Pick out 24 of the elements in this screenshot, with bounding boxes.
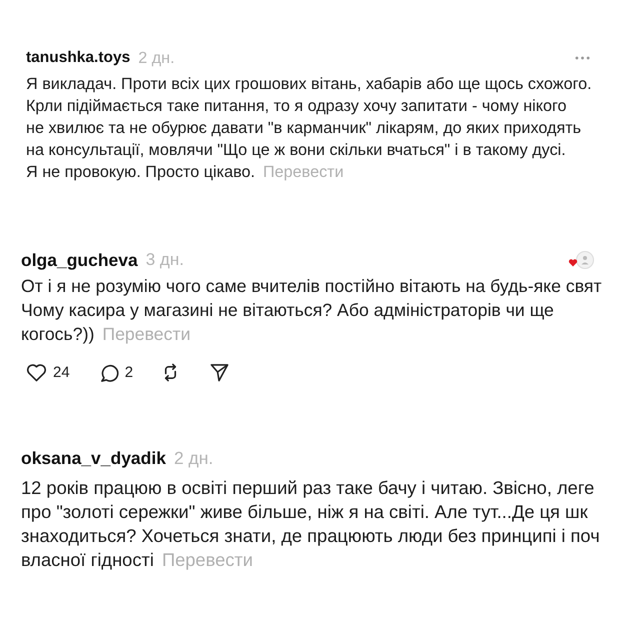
comment-text-line: Чому касира у магазині не вітаються? Або адміністраторів чи ще [21,299,554,322]
heart-icon[interactable] [26,362,47,382]
more-options-icon[interactable] [575,56,590,60]
reply-count: 2 [124,364,134,380]
comment-text-line: на консультації, мовлячи "Що це ж вони скільки вчаться" і в такому дусі. [26,140,566,161]
comment-text-line: не хвилює та не обурює давати "в карманчик" лікарям, до яких приходять [26,118,582,139]
comment-bubble-icon[interactable] [100,362,119,382]
comment-text-line: Крли підіймається таке питання, то я одразу хочу запитати - чому нікого [26,96,567,117]
comment-text-line: когось?)) [21,323,94,346]
username[interactable]: tanushka.toys [26,49,130,67]
comment-time: 2 дн. [174,448,214,468]
comment-text-line: 12 років працюю в освіті перший раз таке бачу і читаю. Звісно, леге [21,476,594,500]
comment-text-line: От і я не розумію чого саме вчителів постійно вітають на будь-яке свят [21,275,602,298]
comment-text-line: знаходиться? Хочеться знати, де працюють люди без принципі і поч [21,524,600,548]
username[interactable]: oksana_v_dyadik [21,448,166,468]
comment-text-line: про "золоті сережки" живе більше, ніж я на світі. Але тут...Де ця шк [21,500,588,524]
like-count: 24 [53,364,70,380]
username[interactable]: olga_gucheva [21,250,138,270]
comment-time: 2 дн. [138,48,175,68]
comment-text-line: Я не провокую. Просто цікаво. [26,162,256,183]
comment-time: 3 дн. [146,250,184,270]
comment-text-line: Я викладач. Проти всіх цих грошових вітань, хабарів або ще щось схожого. [26,74,592,95]
comment-text-line: власної гідності [21,548,154,572]
send-icon[interactable] [210,362,230,382]
